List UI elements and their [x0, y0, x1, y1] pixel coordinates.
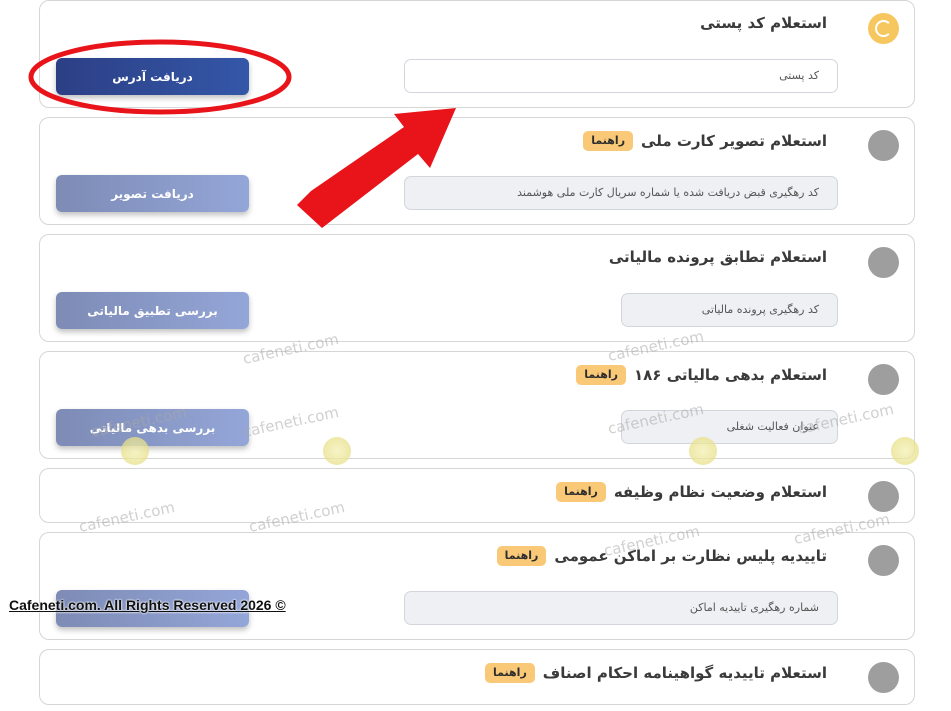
- card-title: استعلام کد پستی: [700, 14, 827, 32]
- tax-tracking-code-input[interactable]: کد رهگیری پرونده مالیاتی: [621, 293, 838, 327]
- job-title-select[interactable]: عنوان فعالیت شغلی: [621, 410, 838, 444]
- step-icon: [868, 481, 899, 512]
- guide-badge[interactable]: راهنما: [583, 131, 634, 151]
- guide-badge[interactable]: راهنما: [496, 546, 547, 566]
- guide-badge[interactable]: راهنما: [576, 365, 626, 385]
- card-postal-code: استعلام کد پستی کد پستی دریافت آدرس: [39, 0, 915, 108]
- check-tax-debt-button[interactable]: بررسی بدهی مالیاتی: [56, 409, 249, 446]
- card-military-service[interactable]: استعلام وضعیت نظام وظیفه راهنما: [39, 468, 915, 523]
- step-icon: [868, 364, 899, 395]
- approval-tracking-input[interactable]: شماره رهگیری تاییدیه اماکن: [404, 591, 838, 625]
- card-police-approval: تاییدیه پلیس نظارت بر اماکن عمومی راهنما …: [39, 532, 915, 640]
- card-title: استعلام تطابق پرونده مالیاتی: [608, 248, 827, 266]
- step-icon: [868, 662, 899, 693]
- step-icon: [868, 130, 899, 161]
- guide-badge[interactable]: راهنما: [556, 482, 606, 502]
- card-title: استعلام بدهی مالیاتی ۱۸۶ راهنما: [576, 365, 827, 385]
- step-active-icon: [868, 13, 899, 44]
- check-tax-match-button[interactable]: بررسی تطبیق مالیاتی: [56, 292, 249, 329]
- step-icon: [868, 545, 899, 576]
- card-tax-debt: استعلام بدهی مالیاتی ۱۸۶ راهنما عنوان فعا…: [39, 351, 915, 459]
- card-tax-file-match: استعلام تطابق پرونده مالیاتی کد رهگیری پ…: [39, 234, 915, 342]
- card-title: استعلام تصویر کارت ملی راهنما: [583, 131, 827, 151]
- get-address-button[interactable]: دریافت آدرس: [56, 58, 249, 95]
- postal-code-input[interactable]: کد پستی: [404, 59, 838, 93]
- card-national-card-image: استعلام تصویر کارت ملی راهنما کد رهگیری ق…: [39, 117, 915, 225]
- copyright-text: Cafeneti.com. All Rights Reserved 2026 ©: [9, 597, 286, 613]
- tracking-code-input[interactable]: کد رهگیری قبض دریافت شده یا شماره سریال …: [404, 176, 838, 210]
- card-title: استعلام وضعیت نظام وظیفه راهنما: [556, 482, 827, 502]
- step-icon: [868, 247, 899, 278]
- card-title: تاییدیه پلیس نظارت بر اماکن عمومی راهنما: [496, 546, 827, 566]
- card-guild-license[interactable]: استعلام تاییدیه گواهینامه احکام اصناف راه…: [39, 649, 915, 705]
- card-title: استعلام تاییدیه گواهینامه احکام اصناف راه…: [485, 663, 827, 683]
- guide-badge[interactable]: راهنما: [485, 663, 535, 683]
- get-image-button[interactable]: دریافت تصویر: [56, 175, 249, 212]
